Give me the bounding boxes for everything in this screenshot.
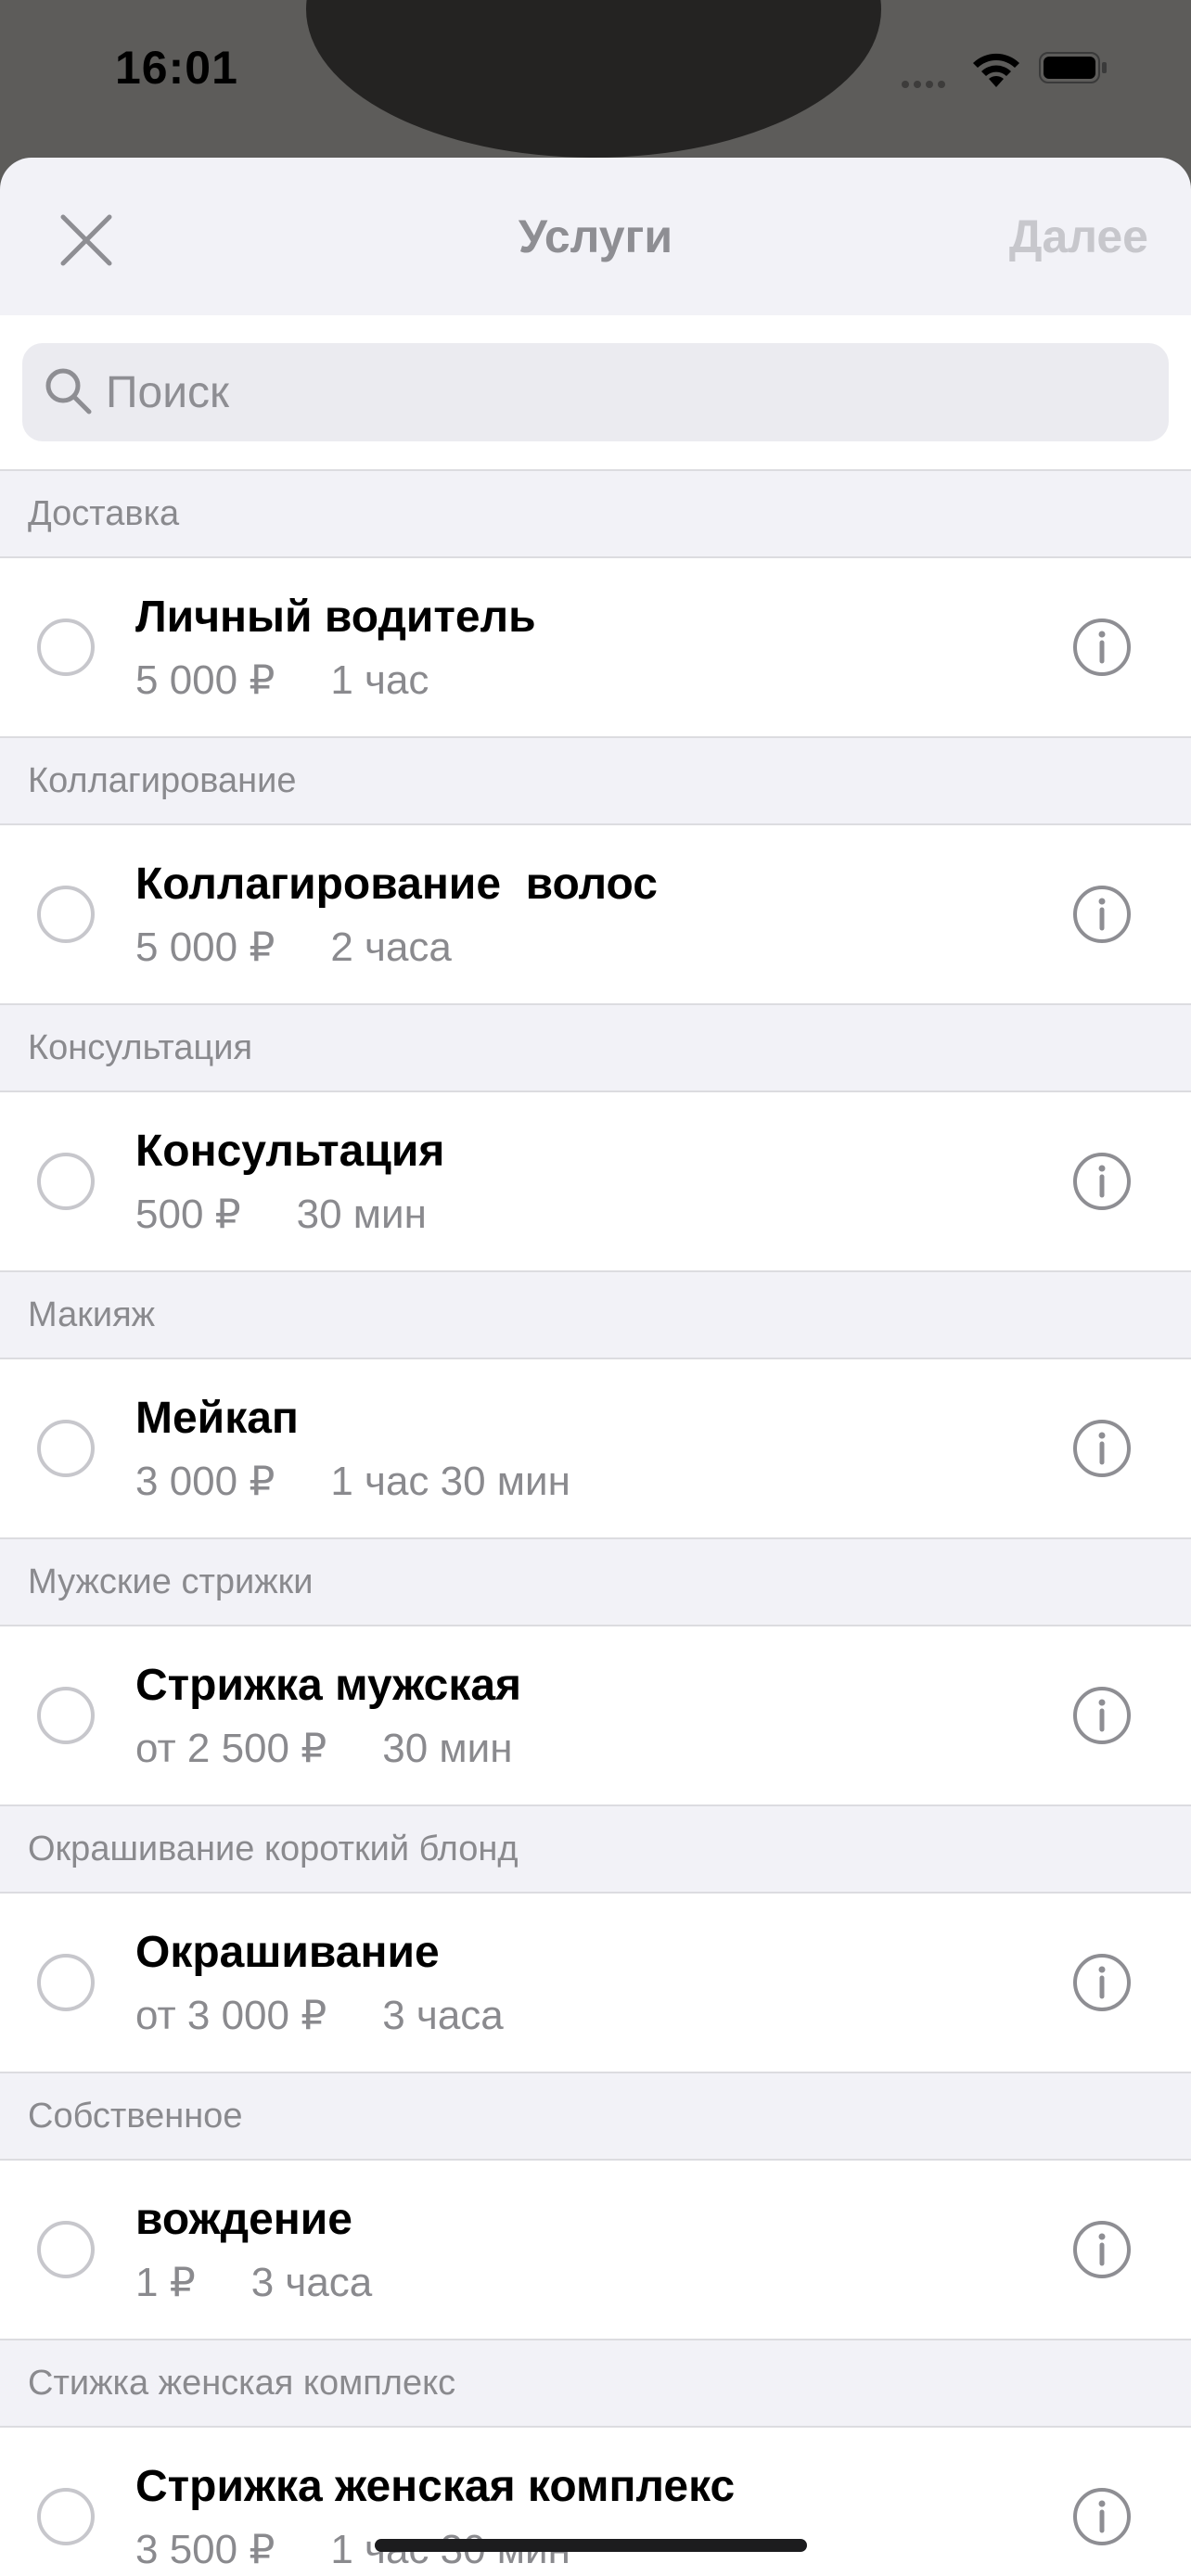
- services-list: Доставка Личный водитель 5 000 ₽ 1 час Ко…: [0, 469, 1191, 2576]
- service-price: 5 000 ₽: [135, 657, 275, 703]
- search-icon: [45, 368, 92, 414]
- section-header: Мужские стрижки: [0, 1537, 1191, 1626]
- section-header: Собственное: [0, 2072, 1191, 2161]
- service-title: Стрижка мужская: [135, 1661, 522, 1710]
- search-input[interactable]: [106, 343, 1145, 441]
- section-header: Доставка: [0, 469, 1191, 558]
- info-icon[interactable]: [1072, 618, 1132, 677]
- radio-unchecked-icon[interactable]: [37, 1687, 95, 1744]
- list-item[interactable]: Личный водитель 5 000 ₽ 1 час: [0, 558, 1191, 736]
- section-header: Стижка женская комплекс: [0, 2339, 1191, 2428]
- info-icon[interactable]: [1072, 2220, 1132, 2279]
- service-meta: 500 ₽ 30 мин: [135, 1191, 427, 1238]
- service-title: Консультация: [135, 1127, 445, 1176]
- service-meta: 1 ₽ 3 часа: [135, 2259, 372, 2306]
- home-indicator[interactable]: [375, 2539, 807, 2552]
- status-bar: 16:01: [0, 0, 1191, 139]
- service-title: Окрашивание: [135, 1928, 440, 1977]
- service-title: Личный водитель: [135, 593, 536, 642]
- section-consultation: Консультация Консультация 500 ₽ 30 мин: [0, 1003, 1191, 1270]
- next-button[interactable]: Далее: [1009, 210, 1148, 263]
- list-item[interactable]: Окрашивание от 3 000 ₽ 3 часа: [0, 1894, 1191, 2072]
- info-icon[interactable]: [1072, 2487, 1132, 2546]
- service-meta: от 3 000 ₽ 3 часа: [135, 1992, 504, 2039]
- section-coloring: Окрашивание короткий блонд Окрашивание о…: [0, 1804, 1191, 2072]
- info-icon[interactable]: [1072, 885, 1132, 944]
- service-price: от 3 000 ₽: [135, 1993, 327, 2038]
- service-meta: 5 000 ₽ 1 час: [135, 657, 429, 704]
- section-header: Коллагирование: [0, 736, 1191, 825]
- service-price: 3 500 ₽: [135, 2527, 275, 2572]
- nav-bar: Услуги Далее: [0, 158, 1191, 315]
- section-mens-haircuts: Мужские стрижки Стрижка мужская от 2 500…: [0, 1537, 1191, 1804]
- service-title: вождение: [135, 2195, 352, 2244]
- section-own: Собственное вождение 1 ₽ 3 часа: [0, 2072, 1191, 2339]
- list-item[interactable]: Мейкап 3 000 ₽ 1 час 30 мин: [0, 1359, 1191, 1537]
- service-price: 3 000 ₽: [135, 1459, 275, 1504]
- service-price: 1 ₽: [135, 2260, 196, 2305]
- radio-unchecked-icon[interactable]: [37, 2221, 95, 2278]
- cellular-signal-icon: [902, 76, 957, 88]
- service-duration: 1 час 30 мин: [330, 1459, 570, 1504]
- radio-unchecked-icon[interactable]: [37, 1153, 95, 1210]
- service-duration: 3 часа: [250, 2260, 373, 2305]
- section-header: Консультация: [0, 1003, 1191, 1092]
- radio-unchecked-icon[interactable]: [37, 886, 95, 943]
- service-title: Стрижка женская комплекс: [135, 2462, 736, 2511]
- wifi-icon: [973, 53, 1019, 87]
- battery-icon: [1039, 52, 1107, 83]
- section-collagen: Коллагирование Коллагирование волос 5 00…: [0, 736, 1191, 1003]
- service-price: 500 ₽: [135, 1192, 241, 1237]
- info-icon[interactable]: [1072, 1152, 1132, 1211]
- list-item[interactable]: Стрижка женская комплекс 3 500 ₽1 час 30…: [0, 2428, 1191, 2576]
- service-duration: 3 часа: [382, 1993, 504, 2038]
- service-meta: 3 000 ₽ 1 час 30 мин: [135, 1458, 570, 1505]
- list-item[interactable]: вождение 1 ₽ 3 часа: [0, 2161, 1191, 2339]
- service-title: Мейкап: [135, 1394, 299, 1443]
- info-icon[interactable]: [1072, 1953, 1132, 2012]
- list-item[interactable]: Консультация 500 ₽ 30 мин: [0, 1092, 1191, 1270]
- radio-unchecked-icon[interactable]: [37, 618, 95, 676]
- service-meta: от 2 500 ₽ 30 мин: [135, 1725, 513, 1772]
- info-icon[interactable]: [1072, 1686, 1132, 1745]
- list-item[interactable]: Стрижка мужская от 2 500 ₽ 30 мин: [0, 1626, 1191, 1804]
- section-header: Макияж: [0, 1270, 1191, 1359]
- search-bar[interactable]: [22, 343, 1169, 441]
- service-duration: 2 часа: [330, 925, 452, 970]
- service-title: Коллагирование волос: [135, 860, 658, 909]
- radio-unchecked-icon[interactable]: [37, 2488, 95, 2545]
- section-header: Окрашивание короткий блонд: [0, 1804, 1191, 1894]
- section-delivery: Доставка Личный водитель 5 000 ₽ 1 час: [0, 469, 1191, 736]
- service-duration: 1 час: [330, 657, 429, 703]
- service-price: 5 000 ₽: [135, 925, 275, 970]
- list-item[interactable]: Коллагирование волос 5 000 ₽ 2 часа: [0, 825, 1191, 1003]
- radio-unchecked-icon[interactable]: [37, 1420, 95, 1477]
- section-makeup: Макияж Мейкап 3 000 ₽ 1 час 30 мин: [0, 1270, 1191, 1537]
- service-price: от 2 500 ₽: [135, 1726, 327, 1771]
- service-duration: 30 мин: [382, 1726, 513, 1771]
- services-sheet: Услуги Далее Доставка Личный водитель 5 …: [0, 158, 1191, 2576]
- status-time: 16:01: [115, 42, 238, 94]
- info-icon[interactable]: [1072, 1419, 1132, 1478]
- service-duration: 30 мин: [296, 1192, 427, 1237]
- service-meta: 5 000 ₽ 2 часа: [135, 924, 452, 971]
- radio-unchecked-icon[interactable]: [37, 1954, 95, 2011]
